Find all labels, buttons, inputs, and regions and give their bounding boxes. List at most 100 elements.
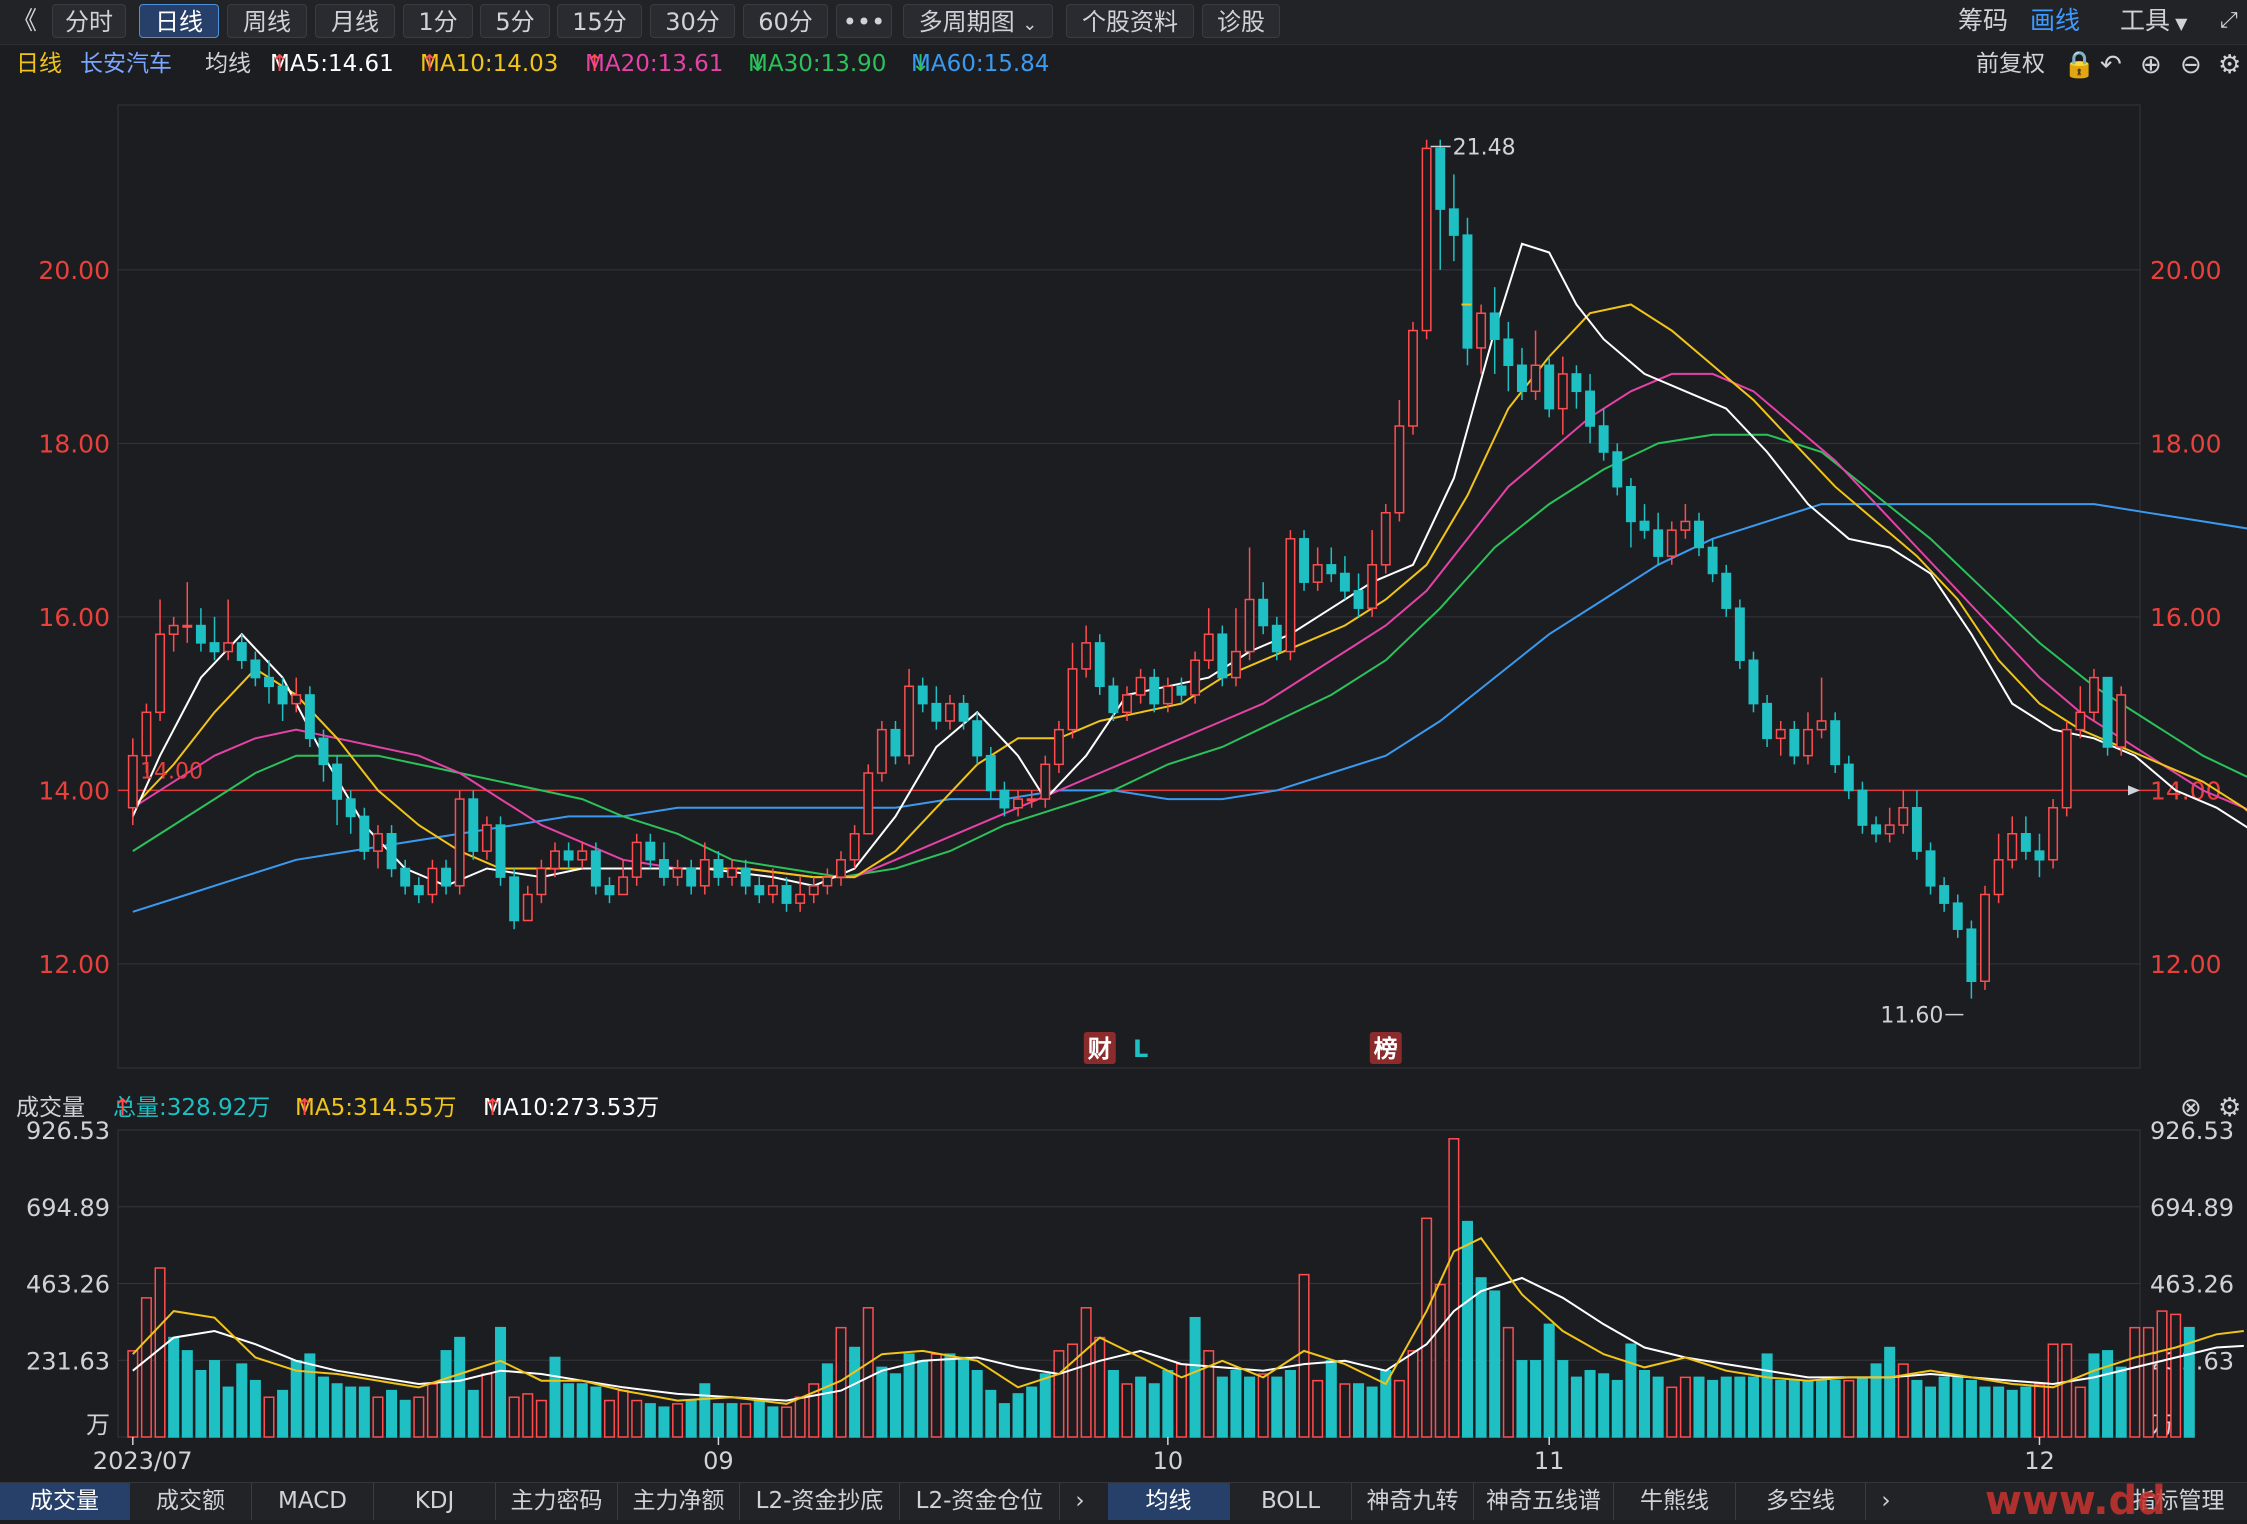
volume-bar xyxy=(631,1399,643,1438)
candle-body xyxy=(1094,642,1105,688)
candle xyxy=(577,842,588,869)
candle xyxy=(1653,512,1664,565)
price-volume-chart[interactable]: 12.00 14.00 16.00 18.00 20.00 12.00 14.00 16.0… xyxy=(0,0,2247,1482)
volume-bar xyxy=(753,1399,765,1438)
candle-body xyxy=(1162,685,1173,705)
tab-bull-bear[interactable]: 牛熊线 xyxy=(1614,1483,1736,1520)
close-panel-icon[interactable]: ⊗ xyxy=(2180,1093,2202,1123)
volume-bar xyxy=(1707,1379,1719,1438)
candle xyxy=(1952,894,1963,938)
volume-bar xyxy=(2033,1383,2045,1438)
candle xyxy=(1053,720,1064,774)
tab-main-net[interactable]: 主力净额 xyxy=(618,1483,740,1520)
volume-bar xyxy=(1325,1360,1337,1438)
date-tick-label: 10 xyxy=(1153,1447,1184,1475)
tab-l2-position[interactable]: L2-资金仓位 xyxy=(900,1483,1060,1520)
tab-macd[interactable]: MACD xyxy=(252,1483,374,1520)
candle xyxy=(672,859,683,886)
scroll-right-icon[interactable]: › xyxy=(1060,1483,1100,1520)
price-panel-frame xyxy=(117,104,2141,1069)
volume-bar xyxy=(399,1399,411,1438)
candle xyxy=(972,712,983,765)
volume-bar xyxy=(644,1403,656,1438)
tab-l2-bottom[interactable]: L2-资金抄底 xyxy=(740,1483,900,1520)
volume-bar xyxy=(849,1346,861,1438)
volume-bar xyxy=(917,1360,929,1438)
candle xyxy=(699,842,710,895)
volume-bar xyxy=(563,1383,575,1438)
tab-magic-nine[interactable]: 神奇九转 xyxy=(1352,1483,1474,1520)
volume-bar xyxy=(985,1389,997,1438)
candle xyxy=(836,851,846,886)
candle-body xyxy=(1980,893,1990,982)
candle xyxy=(754,877,765,904)
candle xyxy=(863,764,874,835)
candle xyxy=(1299,530,1310,591)
candle-body xyxy=(359,815,370,852)
volume-bar xyxy=(535,1399,547,1438)
volume-bar xyxy=(1353,1383,1365,1438)
candle-body xyxy=(1680,520,1691,531)
up-arrow-icon: ↑ xyxy=(113,1095,133,1121)
candle-body xyxy=(590,850,601,887)
candle-body xyxy=(1585,390,1596,427)
volume-bar xyxy=(1693,1376,1705,1438)
price-axis-left: 12.00 14.00 16.00 18.00 20.00 xyxy=(38,256,110,979)
price-tick-label-left: 16.00 xyxy=(38,603,110,632)
volume-bar xyxy=(372,1396,384,1438)
candle xyxy=(304,686,315,747)
volume-bar xyxy=(168,1336,180,1438)
date-axis: 2023/07091011120102 xyxy=(93,1437,2055,1475)
tab-volume[interactable]: 成交量 xyxy=(0,1483,130,1520)
candle xyxy=(1734,599,1745,669)
up-arrow-icon: ↑ xyxy=(295,1095,315,1121)
candle-body xyxy=(1299,538,1310,583)
candlestick-series xyxy=(127,139,2127,999)
tab-boll[interactable]: BOLL xyxy=(1230,1483,1352,1520)
tab-long-short[interactable]: 多空线 xyxy=(1736,1483,1866,1520)
volume-bar xyxy=(1856,1376,1868,1438)
candle xyxy=(808,877,819,904)
candle xyxy=(1966,920,1977,999)
tab-kdj[interactable]: KDJ xyxy=(374,1483,496,1520)
tab-turnover[interactable]: 成交额 xyxy=(130,1483,252,1520)
candle xyxy=(1680,504,1691,539)
tab-main-code[interactable]: 主力密码 xyxy=(496,1483,618,1520)
volume-bar xyxy=(508,1396,520,1438)
candle-body xyxy=(223,642,234,653)
candle xyxy=(168,616,179,652)
volume-bar xyxy=(1421,1217,1433,1438)
candle-body xyxy=(1993,859,2004,896)
candle-body xyxy=(767,885,778,896)
volume-bar xyxy=(140,1297,152,1438)
candle xyxy=(413,877,424,904)
candle-body xyxy=(1966,928,1977,982)
candle-body xyxy=(999,789,1010,809)
candle-body xyxy=(195,624,206,644)
candle-body xyxy=(699,859,710,887)
candle xyxy=(182,582,193,643)
candle-body xyxy=(904,685,915,757)
tab-ma[interactable]: 均线 xyxy=(1108,1483,1230,1520)
volume-bar xyxy=(876,1366,888,1438)
scroll-right-icon-2[interactable]: › xyxy=(1866,1483,1906,1520)
volume-bar xyxy=(1393,1379,1405,1438)
volume-bar xyxy=(821,1363,833,1438)
volume-bar xyxy=(1747,1376,1759,1438)
volume-settings-gear-icon[interactable]: ⚙ xyxy=(2218,1093,2241,1123)
volume-bar xyxy=(2074,1386,2086,1438)
ma-line-ma20 xyxy=(132,372,2247,879)
tab-magic-five[interactable]: 神奇五线谱 xyxy=(1474,1483,1614,1520)
candle-body xyxy=(345,798,356,818)
candle xyxy=(1013,790,1024,817)
volume-bar xyxy=(1952,1376,1964,1438)
candle-body xyxy=(1939,885,1950,904)
volume-bar xyxy=(2142,1326,2154,1438)
volume-bar xyxy=(1816,1379,1828,1438)
candle-body xyxy=(413,885,424,896)
candle-body xyxy=(808,885,819,896)
candle xyxy=(550,842,560,878)
candle xyxy=(2007,816,2018,869)
volume-bar xyxy=(1339,1383,1351,1438)
candle-body xyxy=(1571,373,1582,393)
